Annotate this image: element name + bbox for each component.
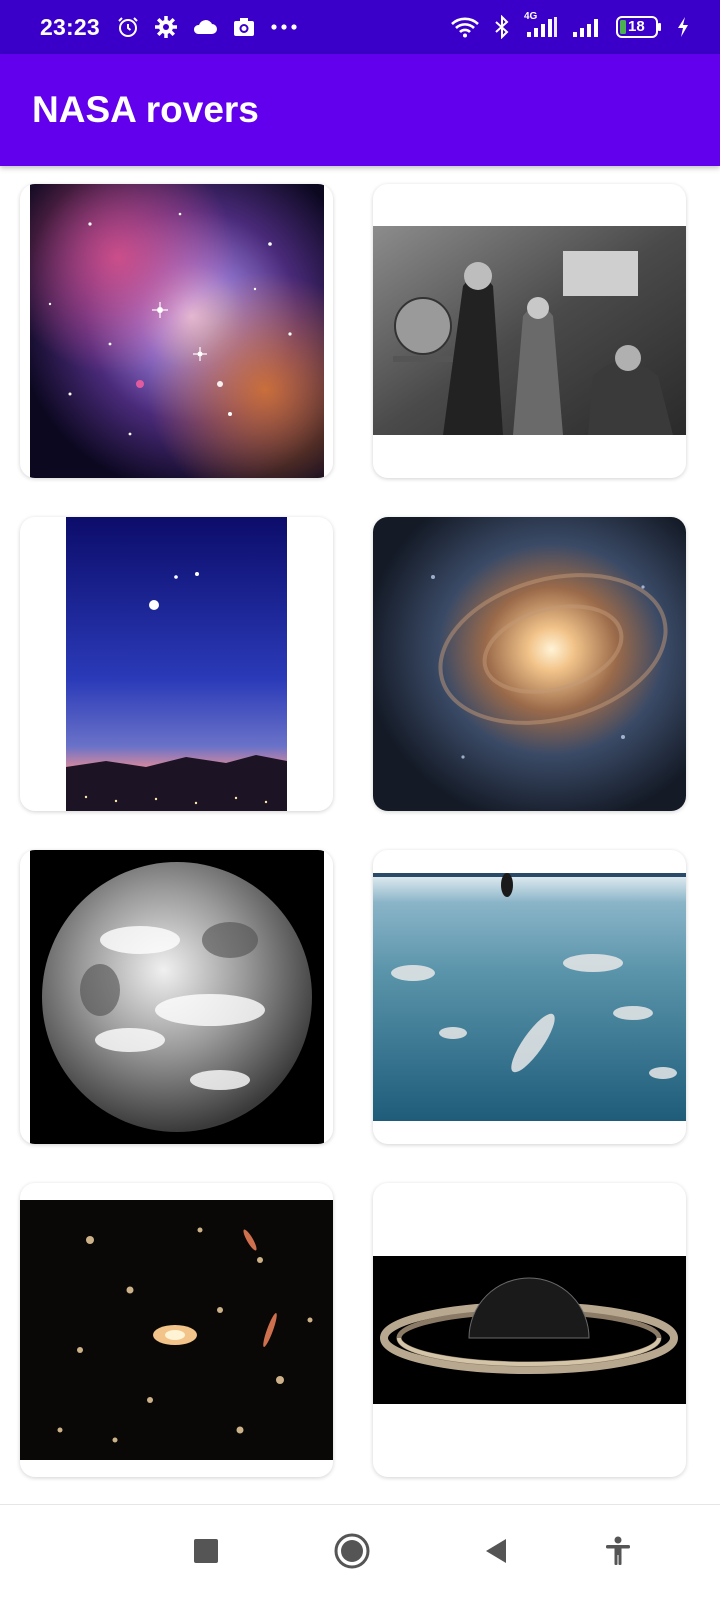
gallery-card-4[interactable]: [373, 517, 686, 811]
earth-orbit-photo: [373, 873, 686, 1121]
engraving-photo: [373, 226, 686, 435]
spiral-galaxy-photo: [373, 517, 686, 811]
earth-globe-photo: [30, 850, 324, 1144]
recents-button[interactable]: [184, 1531, 228, 1575]
status-right: 4G 18: [450, 0, 690, 54]
charging-icon: [676, 16, 690, 38]
accessibility-button[interactable]: [596, 1531, 640, 1575]
bluetooth-icon: [494, 15, 510, 39]
image-grid[interactable]: [0, 166, 720, 1504]
square-icon: [193, 1538, 219, 1569]
system-nav-bar: [0, 1504, 720, 1601]
network-type-label: 4G: [524, 11, 538, 22]
cell-signal-icon: 4G: [524, 11, 558, 39]
camera-icon: [232, 16, 256, 38]
gear-icon: [154, 15, 178, 39]
battery-icon: 18: [616, 15, 662, 39]
back-triangle-icon: [483, 1537, 509, 1570]
night-sky-photo: [66, 517, 287, 811]
status-bar: 23:23 4G 18: [0, 0, 720, 54]
app-bar: NASA rovers: [0, 54, 720, 166]
battery-level: 18: [628, 18, 645, 35]
wifi-icon: [450, 16, 480, 38]
alarm-icon: [116, 15, 140, 39]
more-dots-icon: [270, 23, 298, 31]
nebula-photo: [30, 184, 324, 478]
gallery-card-2[interactable]: [373, 184, 686, 478]
gallery-card-1[interactable]: [20, 184, 333, 478]
gallery-card-7[interactable]: [20, 1183, 333, 1477]
gallery-card-3[interactable]: [20, 517, 333, 811]
page-title: NASA rovers: [32, 89, 259, 130]
gallery-card-8[interactable]: [373, 1183, 686, 1477]
cell-signal-icon-2: [572, 15, 602, 39]
back-button[interactable]: [474, 1531, 518, 1575]
home-button[interactable]: [330, 1531, 374, 1575]
saturn-photo: [373, 1256, 686, 1404]
galaxy-cluster-photo: [20, 1200, 333, 1460]
cloud-icon: [192, 17, 218, 37]
circle-icon: [333, 1532, 371, 1575]
status-time: 23:23: [40, 13, 100, 40]
gallery-card-6[interactable]: [373, 850, 686, 1144]
accessibility-icon: [604, 1536, 632, 1571]
gallery-card-5[interactable]: [20, 850, 333, 1144]
status-left: 23:23: [40, 0, 298, 54]
